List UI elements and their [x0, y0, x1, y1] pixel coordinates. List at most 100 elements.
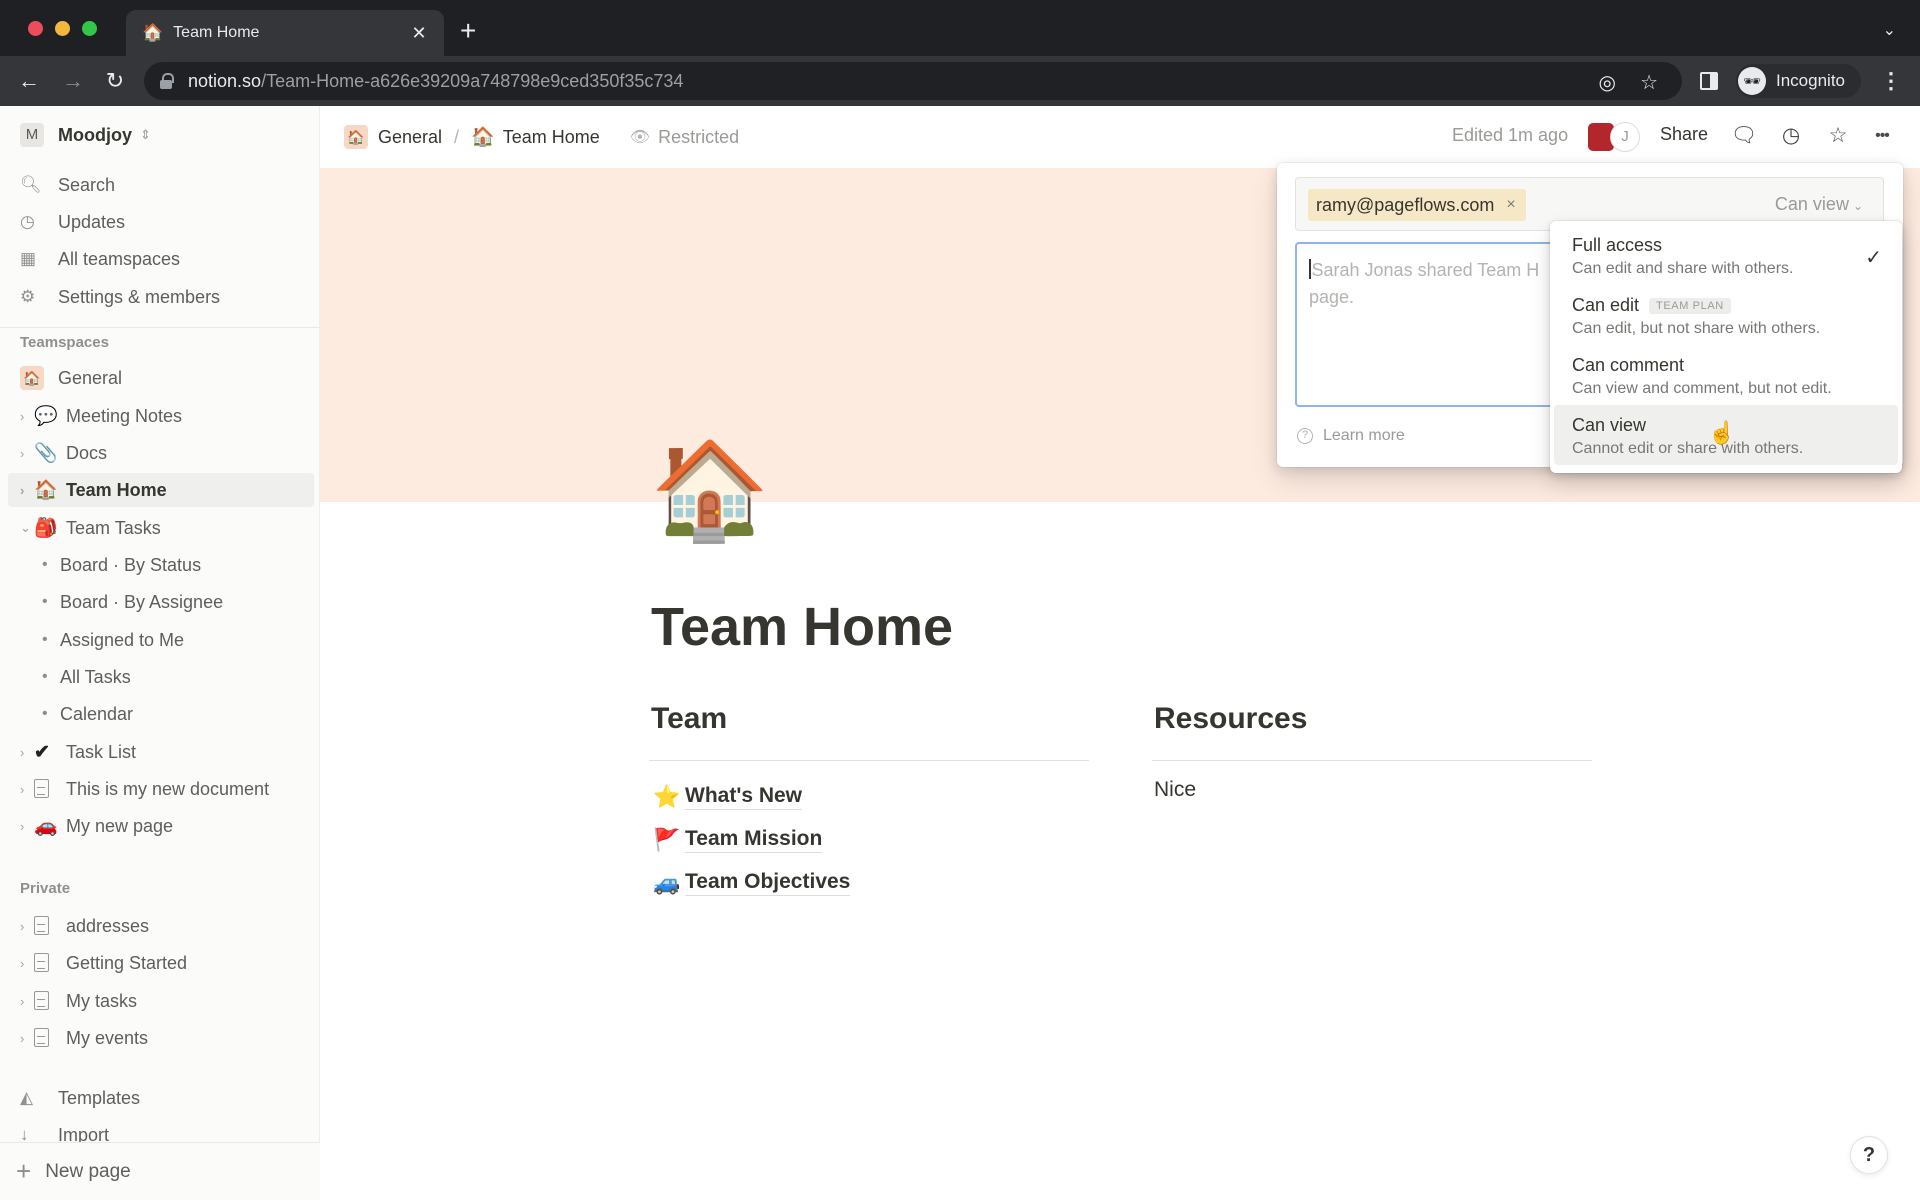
sidebar-page-my-new-page[interactable]: › 🚗 My new page	[8, 809, 314, 843]
chevron-right-icon[interactable]: ›	[8, 483, 34, 498]
favorite-star-icon[interactable]: ☆	[1824, 122, 1852, 150]
window-minimize-button[interactable]	[55, 21, 70, 36]
window-close-button[interactable]	[28, 21, 43, 36]
sidebar-page-task-list[interactable]: › ✔ Task List	[8, 735, 314, 769]
sidebar-item-label: My tasks	[66, 990, 138, 1011]
chevron-right-icon[interactable]: ›	[8, 409, 34, 424]
chevron-right-icon[interactable]: ›	[8, 919, 34, 934]
incognito-icon: 🕶	[1738, 67, 1766, 95]
page-title[interactable]: Team Home	[651, 596, 953, 658]
restricted-badge[interactable]: 👁 Restricted	[630, 127, 739, 148]
resources-text[interactable]: Nice	[1152, 775, 1592, 805]
new-page-button[interactable]: + New page	[0, 1142, 320, 1200]
sidebar-item-settings[interactable]: ⚙ Settings & members	[8, 280, 314, 314]
new-tab-button[interactable]: +	[460, 16, 476, 46]
share-button[interactable]: Share	[1660, 124, 1708, 145]
teamspace-general[interactable]: 🏠 General	[8, 361, 314, 395]
sidebar-page-meeting-notes[interactable]: › 💬 Meeting Notes	[8, 399, 314, 433]
incognito-profile-button[interactable]: 🕶 Incognito	[1736, 64, 1861, 98]
sidebar-item-label: This is my new document	[66, 778, 270, 799]
text-cursor	[1309, 259, 1311, 279]
lock-icon[interactable]	[160, 73, 174, 89]
team-heading: Team	[651, 702, 728, 735]
sidebar-page-addresses[interactable]: › addresses	[8, 909, 314, 943]
sidebar-view-calendar[interactable]: • Calendar	[8, 697, 314, 731]
window-zoom-button[interactable]	[82, 21, 97, 36]
chevron-down-icon[interactable]: ⌄	[8, 520, 34, 536]
page-topbar: 🏠 General / 🏠 Team Home 👁 Restricted Edi…	[320, 106, 1920, 168]
link-label[interactable]: Team Objectives	[685, 869, 851, 896]
sidebar-item-search[interactable]: 🔍︎ Search	[8, 168, 314, 202]
workspace-switcher[interactable]: M Moodjoy ⇕	[20, 123, 151, 147]
close-tab-icon[interactable]: ✕	[408, 23, 430, 44]
sidebar-item-label: My events	[66, 1027, 149, 1048]
browser-tab-team-home[interactable]: 🏠 Team Home ✕	[126, 10, 444, 56]
sidebar-page-my-events[interactable]: › My events	[8, 1021, 314, 1055]
chevron-right-icon[interactable]: ›	[8, 956, 34, 971]
remove-chip-icon[interactable]: ×	[1506, 196, 1515, 214]
page-link-team-mission[interactable]: 🚩 Team Mission	[649, 818, 1089, 861]
sidebar-item-label: General	[58, 367, 123, 388]
clock-icon: ◷	[20, 212, 35, 231]
browser-menu-icon[interactable]: ⋮	[1880, 68, 1902, 94]
chevron-right-icon[interactable]: ›	[8, 745, 34, 760]
permission-option-can-comment[interactable]: Can comment Can view and comment, but no…	[1554, 345, 1898, 405]
link-label[interactable]: Team Mission	[685, 826, 823, 853]
address-bar[interactable]: notion.so/Team-Home-a626e39209a748798e9c…	[144, 62, 1682, 100]
tab-search-chevron-icon[interactable]: ⌄	[1883, 20, 1896, 40]
message-placeholder-line1: Sarah Jonas shared Team H	[1311, 260, 1540, 280]
breadcrumb-general[interactable]: General	[378, 127, 442, 148]
option-description: Can view and comment, but not edit.	[1572, 380, 1832, 397]
permission-select-value: Can view	[1774, 194, 1849, 214]
more-options-icon[interactable]: •••	[1868, 122, 1896, 150]
sidebar-templates[interactable]: ◭ Templates	[8, 1081, 314, 1115]
sidebar-item-all-teamspaces[interactable]: ▦ All teamspaces	[8, 242, 314, 276]
chevron-right-icon[interactable]: ›	[8, 819, 34, 834]
sidebar-item-label: Templates	[58, 1087, 141, 1108]
car-icon: 🚙	[653, 869, 681, 895]
sidebar-item-updates[interactable]: ◷ Updates	[8, 205, 314, 239]
browser-titlebar: 🏠 Team Home ✕ + ⌄	[0, 0, 1920, 56]
page-house-icon[interactable]: 🏠	[650, 436, 770, 546]
sidebar-view-all-tasks[interactable]: • All Tasks	[8, 660, 314, 694]
shapes-icon: ◭	[20, 1088, 34, 1107]
sidebar-view-assigned-to-me[interactable]: • Assigned to Me	[8, 623, 314, 657]
collaborator-avatars[interactable]: J	[1588, 122, 1642, 152]
side-panel-icon[interactable]	[1700, 72, 1718, 90]
chevron-right-icon[interactable]: ›	[8, 994, 34, 1009]
history-clock-icon[interactable]: ◷	[1777, 122, 1805, 150]
option-title: Can edit	[1572, 295, 1640, 315]
sidebar-page-getting-started[interactable]: › Getting Started	[8, 946, 314, 980]
back-arrow-icon[interactable]: ←	[14, 66, 44, 96]
workspace-name: Moodjoy	[58, 124, 132, 145]
sidebar-page-team-tasks[interactable]: ⌄ 🎒 Team Tasks	[8, 511, 314, 545]
sidebar-view-board-by-assignee[interactable]: • Board · By Assignee	[8, 585, 314, 619]
forward-arrow-icon[interactable]: →	[58, 66, 88, 96]
learn-more-link[interactable]: ? Learn more	[1297, 427, 1405, 445]
permission-select[interactable]: Can view ⌄	[1775, 194, 1863, 215]
sidebar-page-new-document[interactable]: › This is my new document	[8, 772, 314, 806]
comments-icon[interactable]: 🗨	[1730, 122, 1758, 150]
sidebar: M Moodjoy ⇕ 🔍︎ Search ◷ Updates ▦ All te…	[0, 106, 320, 1200]
reload-icon[interactable]: ↻	[100, 66, 130, 96]
permission-option-can-edit[interactable]: Can edit TEAM PLAN Can edit, but not shar…	[1554, 285, 1898, 345]
chevron-right-icon[interactable]: ›	[8, 782, 34, 797]
bookmark-star-icon[interactable]: ☆	[1640, 70, 1658, 95]
sidebar-item-label: addresses	[66, 915, 150, 936]
page-link-whats-new[interactable]: ⭐ What's New	[649, 775, 1089, 818]
chevron-right-icon[interactable]: ›	[8, 1031, 34, 1046]
sidebar-page-docs[interactable]: › 📎 Docs	[8, 436, 314, 470]
sidebar-view-board-by-status[interactable]: • Board · By Status	[8, 548, 314, 582]
breadcrumb-team-home[interactable]: Team Home	[503, 127, 600, 148]
sidebar-page-my-tasks[interactable]: › My tasks	[8, 984, 314, 1018]
tracking-protection-icon[interactable]: ◎	[1599, 70, 1616, 95]
link-label[interactable]: What's New	[685, 783, 803, 810]
sidebar-page-team-home[interactable]: › 🏠 Team Home	[8, 473, 314, 507]
sidebar-item-label: Docs	[66, 442, 108, 463]
page-link-team-objectives[interactable]: 🚙 Team Objectives	[649, 861, 1089, 904]
sidebar-item-label: All Tasks	[60, 666, 131, 687]
permission-option-full-access[interactable]: Full access Can edit and share with othe…	[1554, 225, 1898, 285]
divider	[649, 760, 1089, 761]
chevron-right-icon[interactable]: ›	[8, 446, 34, 461]
help-button[interactable]: ?	[1850, 1136, 1888, 1174]
